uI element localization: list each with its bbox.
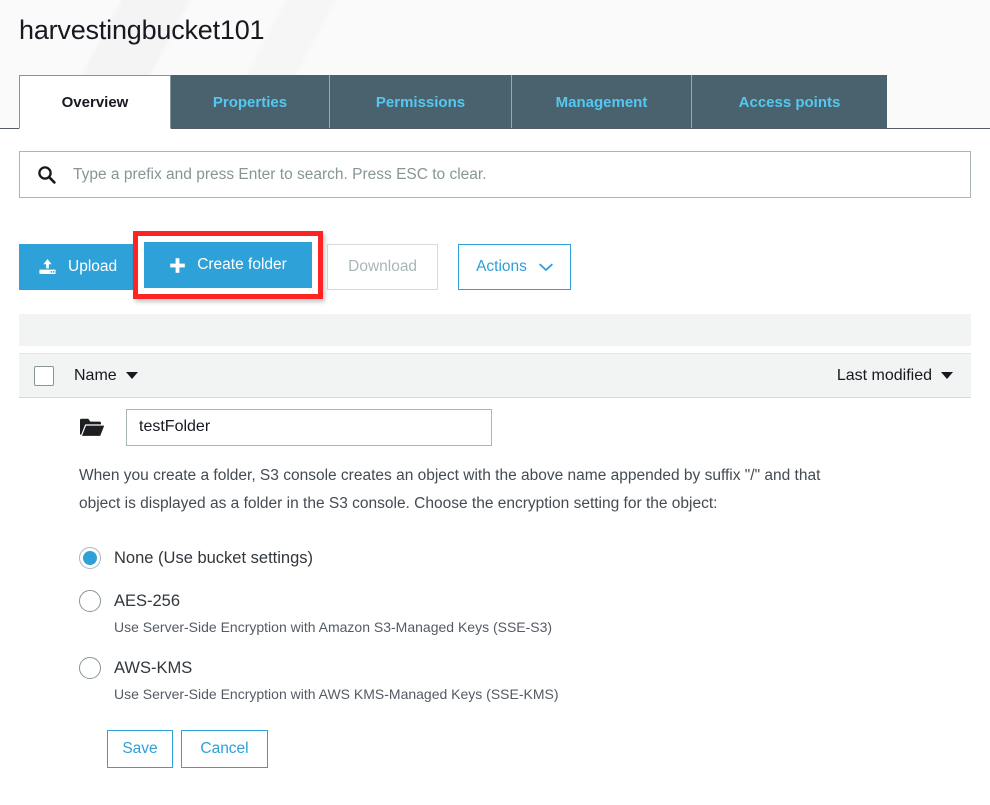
overview-panel: Upload Download Actions	[0, 129, 990, 805]
radio-none[interactable]	[79, 547, 101, 569]
tab-permissions-label: Permissions	[375, 93, 466, 111]
tab-access-points-label: Access points	[738, 93, 841, 111]
toolbar-divider-band	[19, 314, 971, 346]
cancel-button-label: Cancel	[200, 740, 249, 757]
encryption-option-aes256-sublabel: Use Server-Side Encryption with Amazon S…	[114, 619, 553, 635]
column-header-last-modified[interactable]: Last modified	[837, 367, 953, 385]
search-bar[interactable]	[19, 151, 971, 198]
s3-bucket-page: harvestingbucket101 Overview Properties …	[0, 0, 990, 805]
radio-aes256[interactable]	[79, 590, 101, 612]
tab-access-points[interactable]: Access points	[692, 75, 887, 129]
new-folder-row	[19, 407, 971, 447]
caret-down-icon	[941, 372, 953, 379]
create-folder-button-label: Create folder	[197, 256, 287, 273]
create-folder-button[interactable]: Create folder	[144, 242, 312, 288]
column-header-name[interactable]: Name	[74, 367, 138, 385]
encryption-option-none[interactable]: None (Use bucket settings)	[79, 547, 779, 569]
save-button-label: Save	[122, 740, 158, 757]
encryption-option-awskms-sublabel: Use Server-Side Encryption with AWS KMS-…	[114, 686, 559, 702]
search-input[interactable]	[71, 164, 970, 185]
tab-properties[interactable]: Properties	[171, 75, 330, 129]
select-all-checkbox[interactable]	[34, 365, 54, 386]
page-title: harvestingbucket101	[19, 15, 265, 45]
download-button[interactable]: Download	[327, 244, 439, 290]
plus-icon	[169, 257, 186, 274]
tab-properties-label: Properties	[212, 93, 288, 111]
column-header-name-label: Name	[74, 366, 117, 384]
tab-overview[interactable]: Overview	[19, 75, 171, 129]
encryption-option-awskms[interactable]: AWS-KMS	[79, 657, 779, 679]
save-button[interactable]: Save	[107, 730, 173, 768]
column-header-last-modified-label: Last modified	[836, 366, 932, 384]
folder-form-actions: Save Cancel	[107, 730, 268, 768]
upload-button-label: Upload	[68, 258, 118, 275]
search-icon	[36, 165, 56, 185]
radio-awskms[interactable]	[79, 657, 101, 679]
tab-management-label: Management	[555, 93, 648, 111]
encryption-option-aes256[interactable]: AES-256	[79, 590, 779, 612]
caret-down-icon	[125, 372, 138, 379]
actions-button-label: Actions	[476, 258, 527, 275]
download-button-label: Download	[348, 258, 418, 275]
tab-permissions[interactable]: Permissions	[330, 75, 512, 129]
object-table-header: Name Last modified	[19, 353, 971, 398]
upload-button[interactable]: Upload	[19, 244, 137, 290]
encryption-option-none-label: None (Use bucket settings)	[114, 548, 314, 567]
create-folder-button-wrapper: Create folder	[144, 242, 312, 288]
cancel-button[interactable]: Cancel	[181, 730, 268, 768]
folder-name-input[interactable]	[126, 408, 492, 446]
actions-button[interactable]: Actions	[458, 244, 571, 290]
encryption-option-awskms-label: AWS-KMS	[114, 658, 193, 677]
folder-icon	[79, 416, 105, 438]
encryption-options: None (Use bucket settings) AES-256 Use S…	[79, 547, 779, 702]
encryption-option-aes256-label: AES-256	[114, 591, 181, 610]
bucket-tabs: Overview Properties Permissions Manageme…	[19, 75, 887, 129]
upload-icon	[38, 258, 57, 276]
tab-management[interactable]: Management	[512, 75, 692, 129]
tab-overview-label: Overview	[61, 93, 129, 111]
folder-description-text: When you create a folder, S3 console cre…	[79, 467, 821, 512]
chevron-down-icon	[539, 263, 553, 272]
